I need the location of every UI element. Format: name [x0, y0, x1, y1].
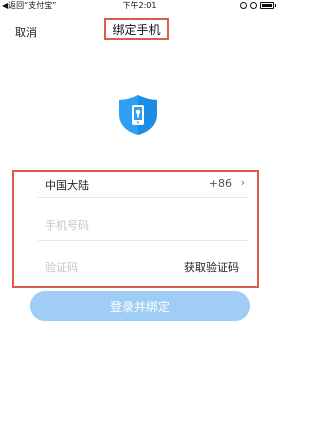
nav-bar: 取消 绑定手机	[0, 12, 279, 48]
get-code-button[interactable]: 获取验证码	[184, 259, 239, 275]
page-title-text: 绑定手机	[112, 22, 161, 37]
status-time: 下午2:01	[122, 1, 157, 10]
login-bind-label: 登录并绑定	[109, 299, 170, 314]
status-icons	[240, 2, 276, 9]
country-selector[interactable]: 中国大陆 +86 ›	[38, 172, 248, 194]
verification-code-input[interactable]: 验证码	[45, 259, 165, 275]
cancel-button[interactable]: 取消	[15, 24, 37, 40]
battery-icon	[260, 2, 274, 9]
shield-phone-icon	[119, 95, 157, 135]
country-code: +86	[208, 177, 232, 190]
phone-input[interactable]: 手机号码	[45, 217, 235, 233]
status-bar: ◀返回“支付宝” 下午2:01	[0, 0, 279, 12]
page-title: 绑定手机	[104, 18, 169, 40]
divider	[38, 240, 248, 241]
divider	[38, 197, 248, 198]
country-name: 中国大陆	[45, 179, 89, 192]
chevron-right-icon: ›	[240, 176, 245, 189]
alarm-icon	[250, 2, 257, 9]
login-bind-button[interactable]: 登录并绑定	[30, 291, 250, 321]
battery-tip	[275, 4, 276, 7]
lock-rotation-icon	[240, 2, 247, 9]
